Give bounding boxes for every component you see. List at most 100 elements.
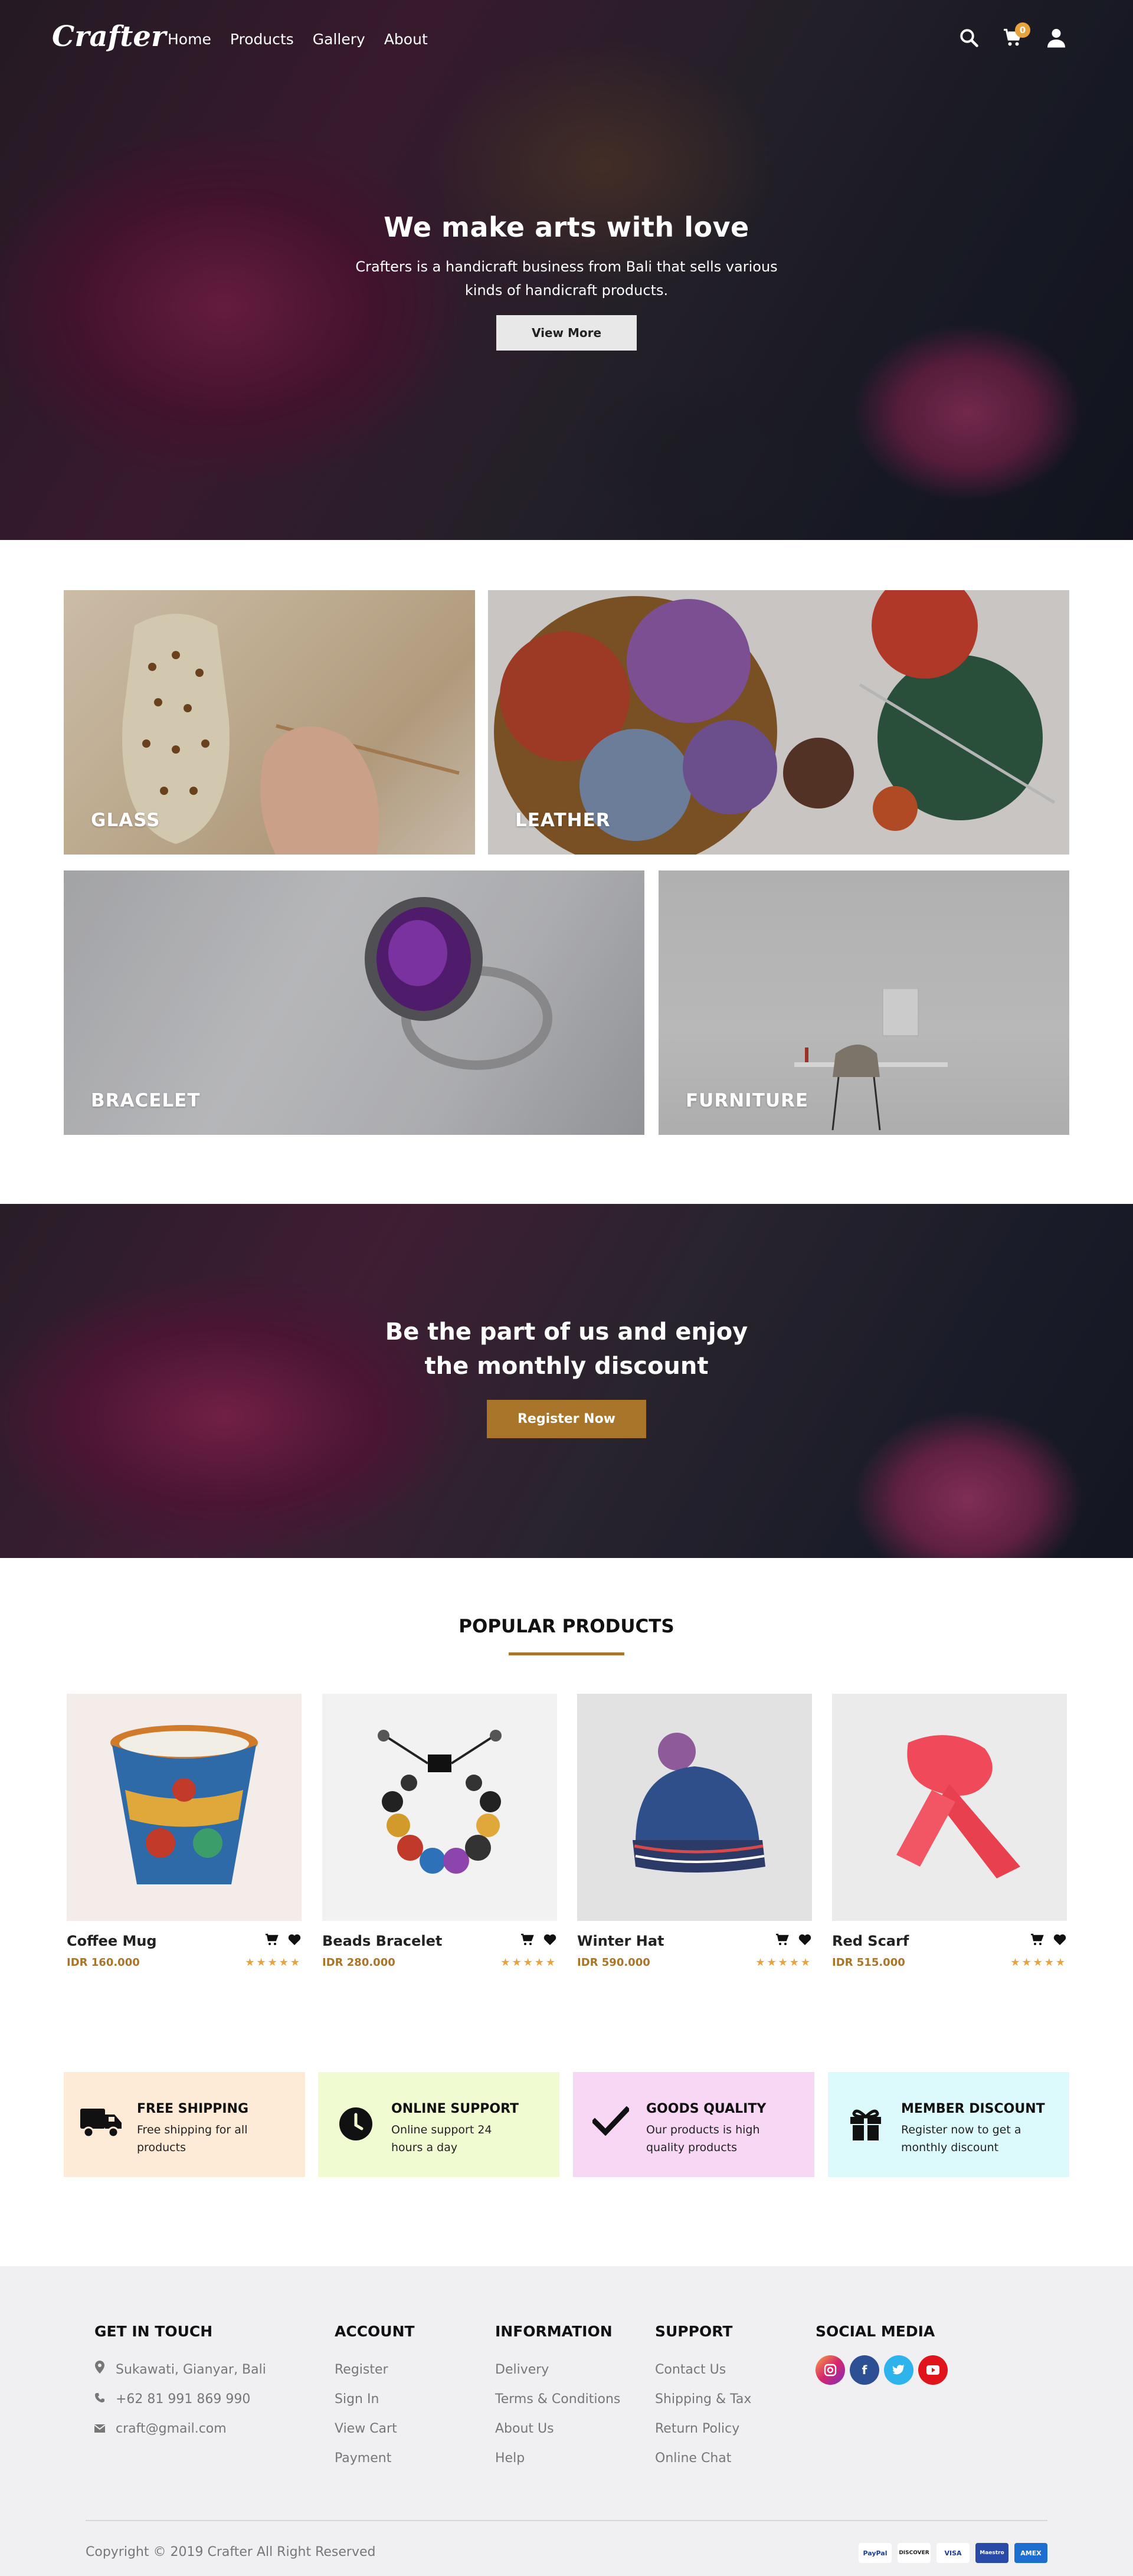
footer-link-sign-in[interactable]: Sign In: [335, 2385, 415, 2414]
footer-link-online-chat[interactable]: Online Chat: [655, 2444, 751, 2473]
hero-subtitle: Crafters is a handicraft business from B…: [355, 258, 778, 299]
rating-stars: ★★★★★: [245, 1956, 302, 1969]
product-image[interactable]: [577, 1694, 812, 1921]
feature-desc: Free shipping for all products: [137, 2123, 248, 2154]
footer-heading: SUPPORT: [655, 2323, 733, 2340]
feature-goods-quality: GOODS QUALITY Our products is high quali…: [573, 2072, 814, 2177]
rating-stars: ★★★★★: [500, 1956, 557, 1969]
register-cta-section: Be the part of us and enjoy the monthly …: [0, 1204, 1133, 1558]
envelope-icon: [94, 2414, 106, 2444]
register-now-button[interactable]: Register Now: [486, 1400, 647, 1438]
feature-member-discount: MEMBER DISCOUNT Register now to get a mo…: [828, 2072, 1069, 2177]
gift-icon: [844, 2102, 887, 2144]
product-image[interactable]: [322, 1694, 557, 1921]
product-image[interactable]: [67, 1694, 302, 1921]
category-furniture[interactable]: FURNITURE: [659, 870, 1069, 1135]
add-to-cart-icon[interactable]: [520, 1933, 535, 1949]
email-item: craft@gmail.com: [94, 2414, 266, 2444]
footer-link-register[interactable]: Register: [335, 2355, 415, 2385]
nav-about[interactable]: About: [384, 31, 428, 48]
footer-link-return-policy[interactable]: Return Policy: [655, 2414, 751, 2444]
footer-link-delivery[interactable]: Delivery: [495, 2355, 620, 2385]
youtube-icon[interactable]: [918, 2355, 948, 2385]
facebook-icon[interactable]: f: [850, 2355, 879, 2385]
product-name[interactable]: Winter Hat: [577, 1933, 664, 1949]
footer-social-media: SOCIAL MEDIA f: [816, 2323, 948, 2385]
footer-heading: INFORMATION: [495, 2323, 613, 2340]
clock-icon: [335, 2102, 377, 2144]
product-image[interactable]: [832, 1694, 1067, 1921]
nav-gallery[interactable]: Gallery: [313, 31, 365, 48]
footer-link-about-us[interactable]: About Us: [495, 2414, 620, 2444]
footer-link-contact-us[interactable]: Contact Us: [655, 2355, 751, 2385]
section-title: POPULAR PRODUCTS: [459, 1616, 674, 1637]
phone-icon: [94, 2385, 105, 2414]
feature-title: ONLINE SUPPORT: [391, 2102, 519, 2116]
footer-link-payment[interactable]: Payment: [335, 2444, 415, 2473]
user-icon[interactable]: [1046, 27, 1067, 48]
cta-content: Be the part of us and enjoy the monthly …: [0, 1315, 1133, 1438]
product-card[interactable]: Winter Hat IDR 590.000 ★★★★★: [577, 1694, 812, 1969]
product-card[interactable]: Beads Bracelet IDR 280.000 ★★★★★: [322, 1694, 557, 1969]
footer-heading: ACCOUNT: [335, 2323, 415, 2340]
add-to-cart-icon[interactable]: [1030, 1933, 1044, 1949]
add-to-cart-icon[interactable]: [265, 1933, 279, 1949]
phone-text[interactable]: +62 81 991 869 990: [116, 2385, 250, 2414]
amex-logo: AMEX: [1014, 2543, 1047, 2563]
nav-home[interactable]: Home: [168, 31, 211, 48]
footer-link-terms[interactable]: Terms & Conditions: [495, 2385, 620, 2414]
product-price: IDR 280.000: [322, 1956, 395, 1969]
add-to-cart-icon[interactable]: [775, 1933, 790, 1949]
product-name[interactable]: Beads Bracelet: [322, 1933, 442, 1949]
product-price: IDR 160.000: [67, 1956, 140, 1969]
footer-link-help[interactable]: Help: [495, 2444, 620, 2473]
footer-link-view-cart[interactable]: View Cart: [335, 2414, 415, 2444]
rating-stars: ★★★★★: [755, 1956, 812, 1969]
feature-desc: Our products is high quality products: [646, 2123, 760, 2154]
nav-icons: 0: [958, 22, 1067, 48]
paypal-logo: PayPal: [859, 2543, 892, 2563]
category-glass[interactable]: GLASS: [64, 590, 475, 855]
view-more-button[interactable]: View More: [496, 315, 637, 351]
category-leather[interactable]: LEATHER: [488, 590, 1069, 855]
product-card[interactable]: Coffee Mug IDR 160.000 ★★★★★: [67, 1694, 302, 1969]
search-icon[interactable]: [958, 27, 980, 48]
hero-section: Crafter Home Products Gallery About 0 We…: [0, 0, 1133, 540]
category-label: GLASS: [91, 810, 161, 831]
rating-stars: ★★★★★: [1010, 1956, 1067, 1969]
wishlist-heart-icon[interactable]: [1053, 1933, 1067, 1949]
product-name[interactable]: Coffee Mug: [67, 1933, 157, 1949]
product-card[interactable]: Red Scarf IDR 515.000 ★★★★★: [832, 1694, 1067, 1969]
footer-account: ACCOUNT Register Sign In View Cart Payme…: [335, 2323, 415, 2473]
map-pin-icon: [94, 2355, 105, 2385]
wishlist-heart-icon[interactable]: [287, 1933, 302, 1949]
address-text: Sukawati, Gianyar, Bali: [116, 2362, 266, 2377]
twitter-icon[interactable]: [884, 2355, 913, 2385]
payment-methods: PayPal DISCOVER VISA Maestro AMEX: [859, 2543, 1047, 2563]
hero-title: We make arts with love: [384, 211, 749, 243]
feature-title: GOODS QUALITY: [646, 2102, 767, 2116]
features-section: FREE SHIPPING Free shipping for all prod…: [0, 2018, 1133, 2266]
site-footer: GET IN TOUCH Sukawati, Gianyar, Bali +62…: [0, 2266, 1133, 2576]
instagram-icon[interactable]: [816, 2355, 845, 2385]
footer-heading: SOCIAL MEDIA: [816, 2323, 935, 2340]
copyright-text: Copyright © 2019 Crafter All Right Reser…: [86, 2545, 376, 2559]
wishlist-heart-icon[interactable]: [798, 1933, 812, 1949]
top-navbar: Crafter Home Products Gallery About 0: [0, 0, 1133, 83]
wishlist-heart-icon[interactable]: [543, 1933, 557, 1949]
category-bracelet[interactable]: BRACELET: [64, 870, 644, 1135]
feature-online-support: ONLINE SUPPORT Online support 24 hours a…: [318, 2072, 559, 2177]
feature-desc: Register now to get a monthly discount: [901, 2123, 1021, 2154]
cart-icon[interactable]: 0: [1002, 22, 1030, 48]
product-price: IDR 590.000: [577, 1956, 650, 1969]
nav-products[interactable]: Products: [230, 31, 294, 48]
social-links: f: [816, 2355, 948, 2385]
email-text[interactable]: craft@gmail.com: [116, 2414, 227, 2444]
product-name[interactable]: Red Scarf: [832, 1933, 909, 1949]
visa-logo: VISA: [936, 2543, 970, 2563]
logo[interactable]: Crafter: [52, 20, 166, 53]
mug-illustration: [110, 1724, 258, 1884]
footer-link-shipping-tax[interactable]: Shipping & Tax: [655, 2385, 751, 2414]
category-label: BRACELET: [91, 1090, 201, 1111]
ring-illustration: [365, 897, 552, 1070]
